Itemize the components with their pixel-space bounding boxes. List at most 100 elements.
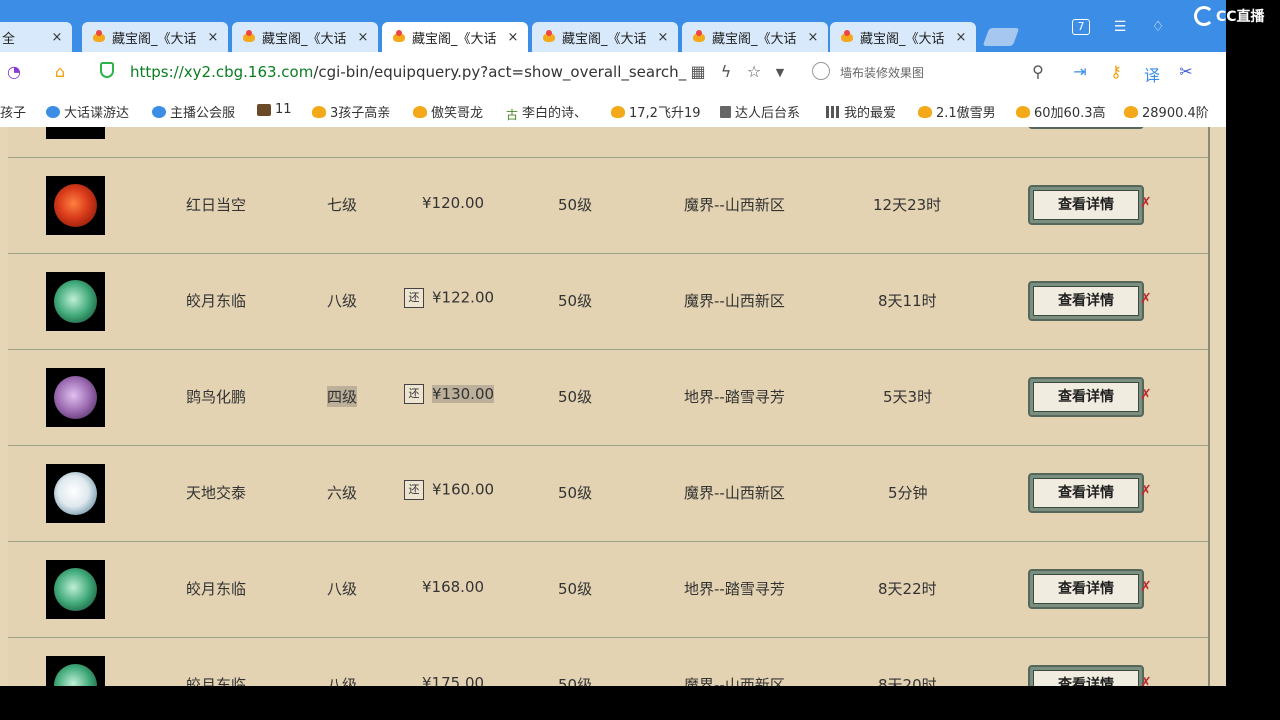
table-row: 红日当空 七级 ¥120.00 50级 魔界--山西新区 12天23时 查看详情… <box>8 158 1208 254</box>
url-text[interactable]: https://xy2.cbg.163.com/cgi-bin/equipque… <box>130 63 686 81</box>
knot-icon: ✗ <box>1140 195 1152 211</box>
view-detail-button[interactable]: 查看详情 ✗ <box>1028 473 1152 513</box>
item-thumbnail[interactable] <box>46 368 105 427</box>
tab-bar: 全 × 藏宝阁_《大话 × 藏宝阁_《大话 × 藏宝阁_《大话 × 藏宝阁_《大… <box>0 0 1226 52</box>
search-icon[interactable]: ⚲ <box>1028 62 1048 81</box>
view-detail-label: 查看详情 <box>1033 190 1139 220</box>
item-name[interactable]: 皎月东临 <box>186 290 246 311</box>
item-thumbnail[interactable] <box>46 560 105 619</box>
bookmark-item[interactable]: 3孩子高亲 <box>312 102 390 121</box>
item-req-level: 50级 <box>558 196 593 214</box>
tab-0[interactable]: 全 × <box>0 22 72 52</box>
home-icon[interactable]: ⌂ <box>50 62 70 81</box>
return-badge: 还 <box>404 288 424 308</box>
view-detail-label: 查看详情 <box>1033 382 1139 412</box>
close-icon[interactable]: × <box>504 30 522 45</box>
translate-icon[interactable]: 译 <box>1142 62 1162 86</box>
tab-3-active[interactable]: 藏宝阁_《大话 × <box>382 22 528 52</box>
key-icon[interactable]: ⚷ <box>1106 62 1126 81</box>
bookmark-item[interactable]: 孩子 <box>0 102 26 121</box>
close-icon[interactable]: × <box>952 30 970 45</box>
loading-icon[interactable]: ◔ <box>4 62 24 81</box>
bookmark-item[interactable]: 达人后台系 <box>720 102 800 121</box>
view-detail-button[interactable]: 查看详情 ✗ <box>1028 665 1152 686</box>
close-icon[interactable]: × <box>354 30 372 45</box>
return-badge: 还 <box>404 384 424 404</box>
tab-5[interactable]: 藏宝阁_《大话 × <box>682 22 828 52</box>
chevron-down-icon[interactable]: ▼ <box>770 66 790 79</box>
tab-2[interactable]: 藏宝阁_《大话 × <box>232 22 378 52</box>
bookmark-item[interactable]: 大话谍游达 <box>46 102 129 121</box>
bookmark-item[interactable]: 11 <box>257 102 292 117</box>
menu-icon[interactable]: ☰ <box>1110 18 1130 36</box>
search-box[interactable]: 墙布装修效果图 <box>808 58 1064 86</box>
skin-icon[interactable]: ♢ <box>1148 18 1168 36</box>
cbg-favicon-icon <box>542 30 556 44</box>
search-input[interactable]: 墙布装修效果图 <box>840 64 924 81</box>
close-icon[interactable]: × <box>654 30 672 45</box>
close-icon[interactable]: × <box>804 30 822 45</box>
bookmark-item[interactable]: 傲笑哥龙 <box>413 102 483 121</box>
tab-6[interactable]: 藏宝阁_《大话 × <box>830 22 976 52</box>
shield-icon <box>100 62 114 78</box>
view-detail-button[interactable] <box>1028 127 1144 129</box>
tab-title: 藏宝阁_《大话 <box>262 31 347 47</box>
star-icon[interactable]: ☆ <box>744 62 764 81</box>
knot-icon: ✗ <box>1140 387 1152 403</box>
tab-4[interactable]: 藏宝阁_《大话 × <box>532 22 678 52</box>
bookmark-label: 11 <box>275 102 292 117</box>
item-name[interactable]: 红日当空 <box>186 194 246 215</box>
scissors-icon[interactable]: ✂ <box>1176 62 1196 81</box>
equip-list: 红日当空 七级 ¥120.00 50级 魔界--山西新区 12天23时 查看详情… <box>8 127 1210 686</box>
knot-icon: ✗ <box>1140 483 1152 499</box>
login-icon[interactable]: ⇥ <box>1070 62 1090 81</box>
item-req-level: 50级 <box>558 292 593 310</box>
table-row: 皎月东临 八级 ¥168.00 50级 地界--踏雪寻芳 8天22时 查看详情 ✗ <box>8 542 1208 638</box>
bookmark-icon <box>152 105 166 118</box>
bookmark-item[interactable]: 2.1傲雪男 <box>918 102 996 121</box>
bookmark-label: 3孩子高亲 <box>330 106 391 121</box>
item-name[interactable]: 鹍鸟化鹏 <box>186 386 246 407</box>
bookmark-item[interactable]: 主播公会服 <box>152 102 235 121</box>
item-thumbnail[interactable] <box>46 176 105 235</box>
item-name[interactable]: 皎月东临 <box>186 578 246 599</box>
tab-title: 藏宝阁_《大话 <box>712 31 797 47</box>
item-thumbnail[interactable] <box>46 656 105 686</box>
page-content: 红日当空 七级 ¥120.00 50级 魔界--山西新区 12天23时 查看详情… <box>0 127 1226 686</box>
tab-count-badge[interactable]: 7 <box>1072 19 1090 35</box>
item-level: 四级 <box>327 386 358 407</box>
bookmark-item[interactable]: 60加60.3高 <box>1016 102 1106 121</box>
stream-watermark: CC直播 <box>1194 6 1265 26</box>
knot-icon: ✗ <box>1140 675 1152 686</box>
bookmarks-bar: 孩子 大话谍游达 主播公会服 11 3孩子高亲 傲笑哥龙 古李白的诗、 17,2… <box>0 92 1226 128</box>
bookmark-icon <box>1016 105 1030 118</box>
watermark-text: CC直播 <box>1216 9 1265 25</box>
tab-1[interactable]: 藏宝阁_《大话 × <box>82 22 228 52</box>
new-tab-button[interactable] <box>982 28 1020 46</box>
close-icon[interactable]: × <box>48 30 66 45</box>
item-name[interactable]: 天地交泰 <box>186 482 246 503</box>
item-time-left: 12天23时 <box>873 196 942 214</box>
item-thumbnail[interactable] <box>46 127 105 139</box>
bookmark-item[interactable]: 17,2飞升19 <box>611 102 701 121</box>
view-detail-button[interactable]: 查看详情 ✗ <box>1028 185 1152 225</box>
view-detail-button[interactable]: 查看详情 ✗ <box>1028 377 1152 417</box>
bookmark-item[interactable]: 古李白的诗、 <box>506 102 587 122</box>
bookmark-item[interactable]: 我的最爱 <box>826 102 896 121</box>
item-thumbnail[interactable] <box>46 464 105 523</box>
table-row <box>8 127 1208 158</box>
letterbox-bottom <box>0 686 1280 720</box>
address-bar: ◔ ⌂ https://xy2.cbg.163.com/cgi-bin/equi… <box>0 52 1226 93</box>
bookmark-label: 我的最爱 <box>844 106 897 121</box>
qrcode-icon[interactable]: ▦ <box>688 62 708 81</box>
view-detail-label: 查看详情 <box>1033 478 1139 508</box>
view-detail-button[interactable]: 查看详情 ✗ <box>1028 281 1152 321</box>
view-detail-button[interactable]: 查看详情 ✗ <box>1028 569 1152 609</box>
close-icon[interactable]: × <box>204 30 222 45</box>
item-req-level: 50级 <box>558 484 593 502</box>
lightning-icon[interactable]: ϟ <box>716 62 736 81</box>
tab-title: 藏宝阁_《大话 <box>860 31 945 47</box>
item-thumbnail[interactable] <box>46 272 105 331</box>
item-name[interactable]: 皎月东临 <box>186 674 246 686</box>
bookmark-item[interactable]: 28900.4阶 <box>1124 102 1209 121</box>
